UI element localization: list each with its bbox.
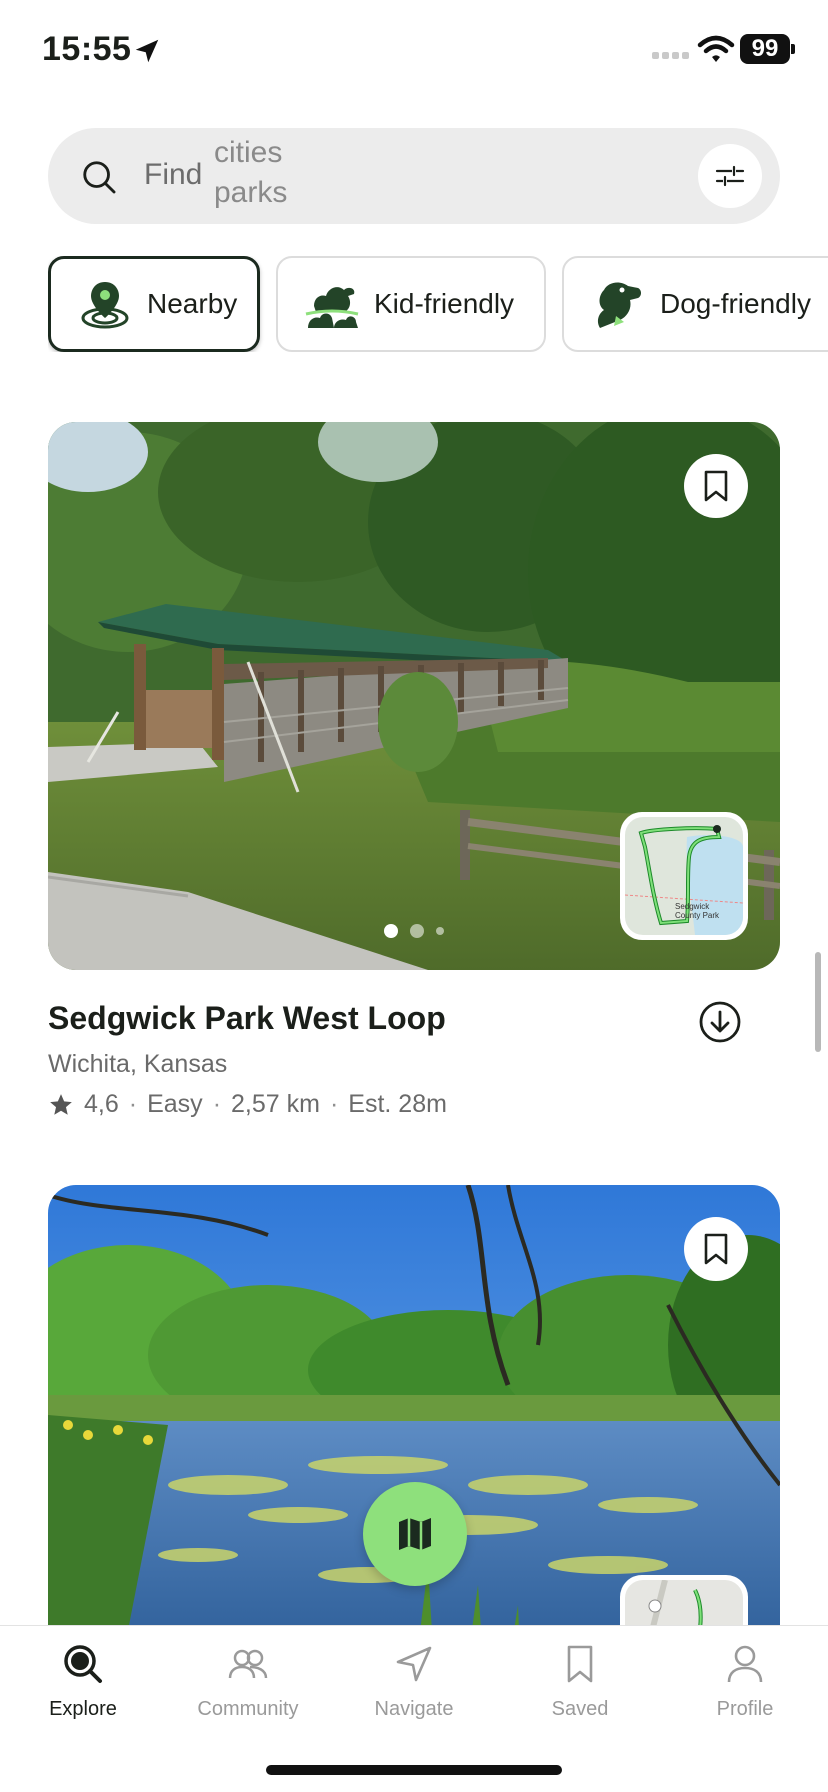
tab-label: Explore bbox=[49, 1698, 117, 1720]
scrollbar[interactable] bbox=[815, 952, 821, 1052]
tab-navigate[interactable]: Navigate bbox=[331, 1642, 497, 1721]
tab-explore[interactable]: Explore bbox=[0, 1642, 166, 1721]
chip-label: Nearby bbox=[147, 288, 238, 319]
trail-map-thumbnail[interactable]: Sedgwick County Park bbox=[620, 812, 748, 940]
chip-kid-friendly[interactable]: Kid-friendly bbox=[276, 256, 546, 352]
save-trail-button[interactable] bbox=[684, 1217, 748, 1281]
community-people-icon bbox=[228, 1649, 268, 1679]
location-arrow-icon bbox=[135, 39, 159, 63]
trail-estimate: Est. 28m bbox=[348, 1090, 447, 1118]
tab-community[interactable]: Community bbox=[165, 1642, 331, 1721]
category-chips: Nearby Kid-friendly Dog-friendly bbox=[48, 256, 828, 352]
bookmark-icon bbox=[704, 470, 728, 502]
download-icon[interactable] bbox=[698, 1000, 742, 1044]
map-icon bbox=[399, 1518, 431, 1550]
tab-label: Community bbox=[197, 1698, 299, 1720]
status-time: 15:55 bbox=[42, 30, 132, 68]
bookmark-icon bbox=[567, 1645, 593, 1683]
cellular-signal-icon bbox=[652, 52, 689, 59]
mini-map-label: Sedgwick bbox=[675, 902, 710, 911]
explore-search-icon bbox=[64, 1645, 102, 1683]
tab-profile[interactable]: Profile bbox=[662, 1642, 828, 1721]
duck-family-icon bbox=[305, 287, 359, 328]
meta-separator: · bbox=[212, 1090, 222, 1118]
bookmark-icon bbox=[704, 1233, 728, 1265]
trail-meta: 4,6 · Easy · 2,57 km · Est. 28m bbox=[48, 1090, 447, 1119]
tab-label: Navigate bbox=[374, 1698, 454, 1720]
tab-saved[interactable]: Saved bbox=[497, 1642, 663, 1721]
trail-rating: 4,6 bbox=[84, 1090, 119, 1118]
status-bar: 15:55 99 bbox=[0, 0, 828, 100]
mini-map-label: County Park bbox=[675, 911, 720, 920]
search-find-label: Find bbox=[144, 158, 203, 191]
search-icon bbox=[83, 161, 116, 194]
location-pin-icon bbox=[81, 282, 129, 329]
battery-indicator: 99 bbox=[740, 34, 790, 64]
dog-icon bbox=[597, 282, 641, 328]
meta-separator: · bbox=[128, 1090, 138, 1118]
search-suggestion: parks bbox=[214, 176, 288, 209]
search-bar[interactable]: Find cities parks bbox=[48, 128, 780, 224]
filter-button[interactable] bbox=[698, 144, 762, 208]
star-icon bbox=[50, 1093, 72, 1115]
navigate-arrow-icon bbox=[396, 1646, 432, 1682]
trail-photo[interactable]: Sedgwick County Park bbox=[48, 422, 780, 970]
save-trail-button[interactable] bbox=[684, 454, 748, 518]
profile-person-icon bbox=[727, 1645, 763, 1683]
trail-name[interactable]: Sedgwick Park West Loop bbox=[48, 1000, 446, 1037]
chip-dog-friendly[interactable]: Dog-friendly bbox=[562, 256, 828, 352]
home-indicator bbox=[266, 1765, 562, 1775]
filter-sliders-icon bbox=[715, 165, 745, 187]
chip-nearby[interactable]: Nearby bbox=[48, 256, 260, 352]
meta-separator: · bbox=[329, 1090, 339, 1118]
battery-nub bbox=[791, 44, 795, 54]
trail-difficulty: Easy bbox=[147, 1090, 203, 1118]
search-suggestion: cities bbox=[214, 136, 283, 169]
tab-label: Saved bbox=[551, 1698, 609, 1720]
mini-map-graphic: Sedgwick County Park bbox=[624, 817, 744, 935]
chip-label: Dog-friendly bbox=[660, 288, 811, 319]
chip-label: Kid-friendly bbox=[374, 288, 515, 319]
trail-card[interactable]: Sedgwick County Park Sedgwick Park West … bbox=[48, 422, 780, 1142]
trail-location: Wichita, Kansas bbox=[48, 1050, 228, 1078]
wifi-icon bbox=[697, 35, 735, 62]
tab-label: Profile bbox=[716, 1698, 774, 1720]
map-view-button[interactable] bbox=[363, 1482, 467, 1586]
trail-distance: 2,57 km bbox=[231, 1090, 320, 1118]
